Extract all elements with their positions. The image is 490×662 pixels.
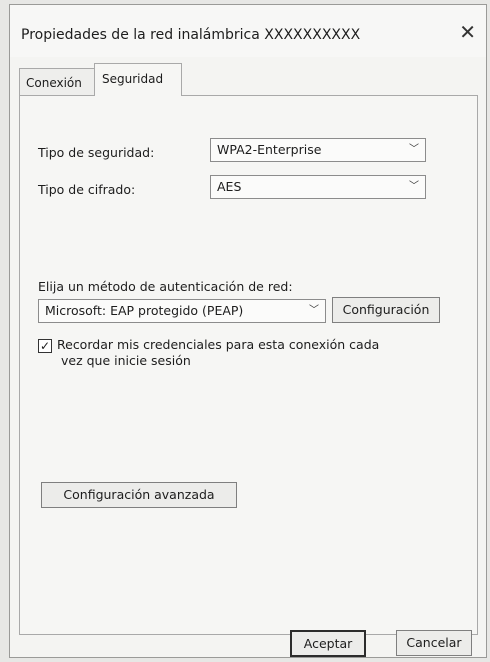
auth-method-select[interactable]: Microsoft: EAP protegido (PEAP) ﹀ [38,299,326,323]
tab-conexion-label: Conexión [26,76,82,90]
remember-credentials-label: Recordar mis credenciales para esta cone… [57,337,417,369]
encryption-type-label: Tipo de cifrado: [38,182,136,197]
advanced-settings-button[interactable]: Configuración avanzada [41,482,237,508]
auth-method-label: Elija un método de autenticación de red: [38,279,293,294]
close-icon[interactable]: ✕ [459,22,476,42]
cancel-button[interactable]: Cancelar [396,630,472,656]
chevron-down-icon: ﹀ [309,305,319,316]
remember-line-2: vez que inicie sesión [61,353,191,368]
tab-seguridad[interactable]: Seguridad [94,63,182,96]
chevron-down-icon: ﹀ [409,181,419,192]
wireless-properties-dialog: Propiedades de la red inalámbrica XXXXXX… [9,4,487,658]
encryption-type-value: AES [217,179,242,194]
remember-credentials-checkbox[interactable]: ✓ [38,339,52,353]
title-bar[interactable]: Propiedades de la red inalámbrica XXXXXX… [10,5,486,57]
chevron-down-icon: ﹀ [409,144,419,155]
auth-method-value: Microsoft: EAP protegido (PEAP) [45,303,244,318]
checkmark-icon: ✓ [39,339,51,353]
window-title: Propiedades de la red inalámbrica XXXXXX… [21,27,361,43]
tab-seguridad-label: Seguridad [102,72,164,86]
security-type-value: WPA2-Enterprise [217,142,322,157]
remember-line-1: Recordar mis credenciales para esta cone… [57,337,380,352]
encryption-type-select[interactable]: AES ﹀ [210,175,426,199]
security-type-select[interactable]: WPA2-Enterprise ﹀ [210,138,426,162]
configuration-button[interactable]: Configuración [332,297,440,323]
security-type-label: Tipo de seguridad: [38,145,155,160]
tab-conexion[interactable]: Conexión [19,68,99,95]
ok-button[interactable]: Aceptar [290,630,366,657]
